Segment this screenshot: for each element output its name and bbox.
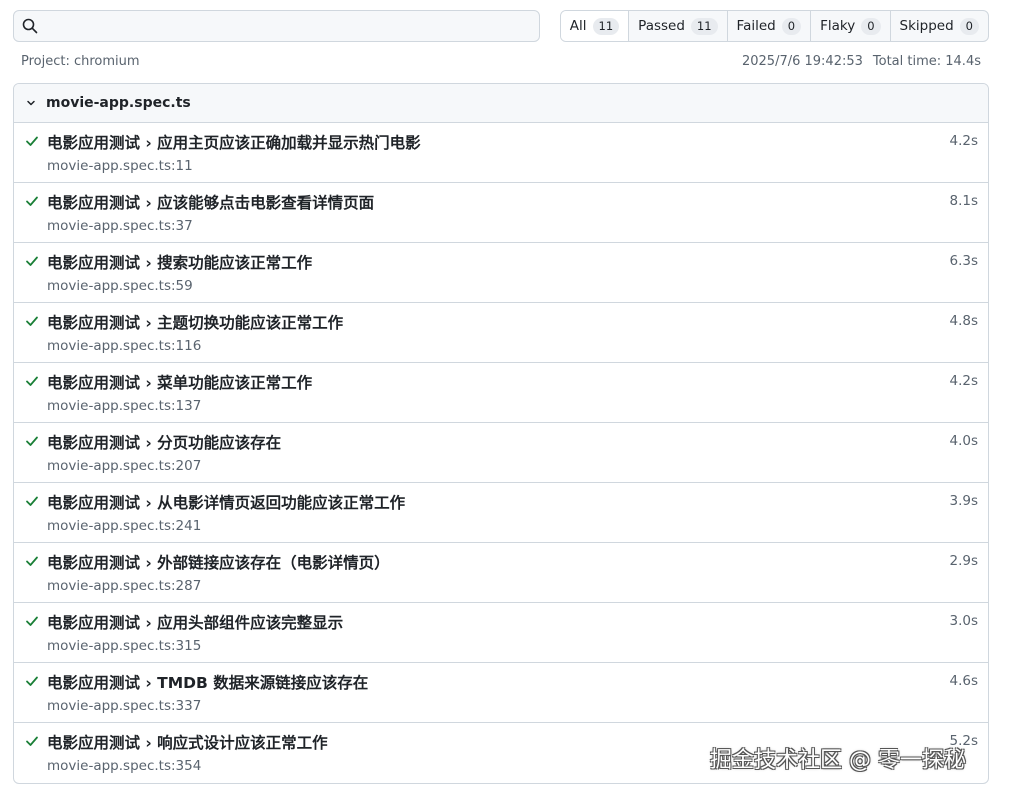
test-row[interactable]: 电影应用测试 › TMDB 数据来源链接应该存在 movie-app.spec.t…	[14, 663, 988, 723]
total-time: Total time: 14.4s	[872, 54, 981, 69]
filter-label: All	[569, 18, 587, 34]
test-location: movie-app.spec.ts:59	[47, 278, 193, 294]
test-location: movie-app.spec.ts:287	[47, 578, 202, 594]
test-location: movie-app.spec.ts:315	[47, 638, 202, 654]
test-location: movie-app.spec.ts:137	[47, 398, 202, 414]
test-title[interactable]: 电影应用测试 › 应用头部组件应该完整显示	[47, 611, 343, 633]
report-meta-row: Project: chromium 2025/7/6 19:42:53 Total…	[21, 54, 981, 72]
check-icon	[25, 734, 39, 748]
check-icon	[25, 494, 39, 508]
status-filter-tabs: All 11 Passed 11 Failed 0 Flaky 0 Skipped 0	[559, 10, 989, 42]
check-icon	[25, 314, 39, 328]
filter-label: Skipped	[899, 18, 954, 34]
test-title[interactable]: 电影应用测试 › 从电影详情页返回功能应该正常工作	[47, 491, 405, 513]
test-duration: 2.9s	[949, 553, 978, 569]
filter-count-badge: 0	[959, 17, 979, 35]
test-duration: 4.2s	[949, 373, 978, 389]
test-duration: 4.6s	[949, 673, 978, 689]
test-title[interactable]: 电影应用测试 › TMDB 数据来源链接应该存在	[47, 671, 368, 693]
search-icon	[22, 18, 38, 34]
check-icon	[25, 194, 39, 208]
filter-tab-failed[interactable]: Failed 0	[726, 11, 811, 41]
test-row[interactable]: 电影应用测试 › 应用主页应该正确加载并显示热门电影 movie-app.spec…	[14, 123, 988, 183]
test-title[interactable]: 电影应用测试 › 搜索功能应该正常工作	[47, 251, 312, 273]
test-list: 电影应用测试 › 应用主页应该正确加载并显示热门电影 movie-app.spec…	[14, 123, 988, 783]
file-header[interactable]: movie-app.spec.ts	[14, 84, 988, 123]
test-row[interactable]: 电影应用测试 › 分页功能应该存在 movie-app.spec.ts:207 4.…	[14, 423, 988, 483]
chevron-down-icon[interactable]	[26, 98, 46, 108]
test-row[interactable]: 电影应用测试 › 搜索功能应该正常工作 movie-app.spec.ts:59 6…	[14, 243, 988, 303]
test-title[interactable]: 电影应用测试 › 菜单功能应该正常工作	[47, 371, 312, 393]
test-location: movie-app.spec.ts:207	[47, 458, 202, 474]
test-location: movie-app.spec.ts:337	[47, 698, 202, 714]
filter-count-badge: 0	[781, 17, 802, 35]
test-location: movie-app.spec.ts:11	[47, 158, 193, 174]
filter-tab-all[interactable]: All 11	[560, 11, 629, 41]
test-title[interactable]: 电影应用测试 › 分页功能应该存在	[47, 431, 281, 453]
test-duration: 4.0s	[949, 433, 978, 449]
file-name: movie-app.spec.ts	[46, 95, 191, 111]
filter-tab-passed[interactable]: Passed 11	[628, 11, 726, 41]
check-icon	[25, 674, 39, 688]
filter-label: Failed	[736, 18, 776, 34]
test-duration: 4.8s	[949, 313, 978, 329]
run-info: 2025/7/6 19:42:53 Total time: 14.4s	[742, 54, 981, 72]
test-location: movie-app.spec.ts:241	[47, 518, 202, 534]
check-icon	[25, 254, 39, 268]
filter-label: Flaky	[820, 18, 856, 34]
filter-label: Passed	[638, 18, 685, 34]
search-box[interactable]	[13, 10, 540, 42]
test-row[interactable]: 电影应用测试 › 外部链接应该存在（电影详情页） movie-app.spec.t…	[14, 543, 988, 603]
top-bar: All 11 Passed 11 Failed 0 Flaky 0 Skipped 0	[13, 10, 989, 42]
test-title[interactable]: 电影应用测试 › 应该能够点击电影查看详情页面	[47, 191, 374, 213]
check-icon	[25, 374, 39, 388]
test-row[interactable]: 电影应用测试 › 从电影详情页返回功能应该正常工作 movie-app.spec.…	[14, 483, 988, 543]
test-duration: 4.2s	[949, 133, 978, 149]
test-file-panel: movie-app.spec.ts 电影应用测试 › 应用主页应该正确加载并显示…	[13, 83, 989, 784]
test-title[interactable]: 电影应用测试 › 外部链接应该存在（电影详情页）	[47, 551, 390, 573]
filter-count-badge: 11	[690, 17, 718, 35]
test-title[interactable]: 电影应用测试 › 主题切换功能应该正常工作	[47, 311, 343, 333]
test-row[interactable]: 电影应用测试 › 应该能够点击电影查看详情页面 movie-app.spec.ts…	[14, 183, 988, 243]
test-duration: 6.3s	[949, 253, 978, 269]
check-icon	[25, 134, 39, 148]
test-duration: 3.0s	[949, 613, 978, 629]
filter-tab-skipped[interactable]: Skipped 0	[889, 11, 988, 41]
run-timestamp: 2025/7/6 19:42:53	[741, 54, 863, 69]
test-location: movie-app.spec.ts:116	[47, 338, 202, 354]
test-title[interactable]: 电影应用测试 › 响应式设计应该正常工作	[47, 731, 328, 753]
test-duration: 3.9s	[949, 493, 978, 509]
filter-tab-flaky[interactable]: Flaky 0	[810, 11, 889, 41]
test-row[interactable]: 电影应用测试 › 菜单功能应该正常工作 movie-app.spec.ts:137…	[14, 363, 988, 423]
test-location: movie-app.spec.ts:354	[47, 758, 202, 774]
filter-count-badge: 0	[861, 17, 881, 35]
project-label: Project: chromium	[21, 54, 140, 69]
test-location: movie-app.spec.ts:37	[47, 218, 193, 234]
test-row[interactable]: 电影应用测试 › 应用头部组件应该完整显示 movie-app.spec.ts:3…	[14, 603, 988, 663]
watermark: 掘金技术社区 @ 零一探秘	[710, 748, 966, 773]
check-icon	[25, 434, 39, 448]
test-title[interactable]: 电影应用测试 › 应用主页应该正确加载并显示热门电影	[47, 131, 421, 153]
test-row[interactable]: 电影应用测试 › 主题切换功能应该正常工作 movie-app.spec.ts:1…	[14, 303, 988, 363]
filter-count-badge: 11	[592, 17, 620, 35]
check-icon	[25, 614, 39, 628]
check-icon	[25, 554, 39, 568]
test-duration: 8.1s	[949, 193, 978, 209]
search-input[interactable]	[44, 12, 539, 40]
